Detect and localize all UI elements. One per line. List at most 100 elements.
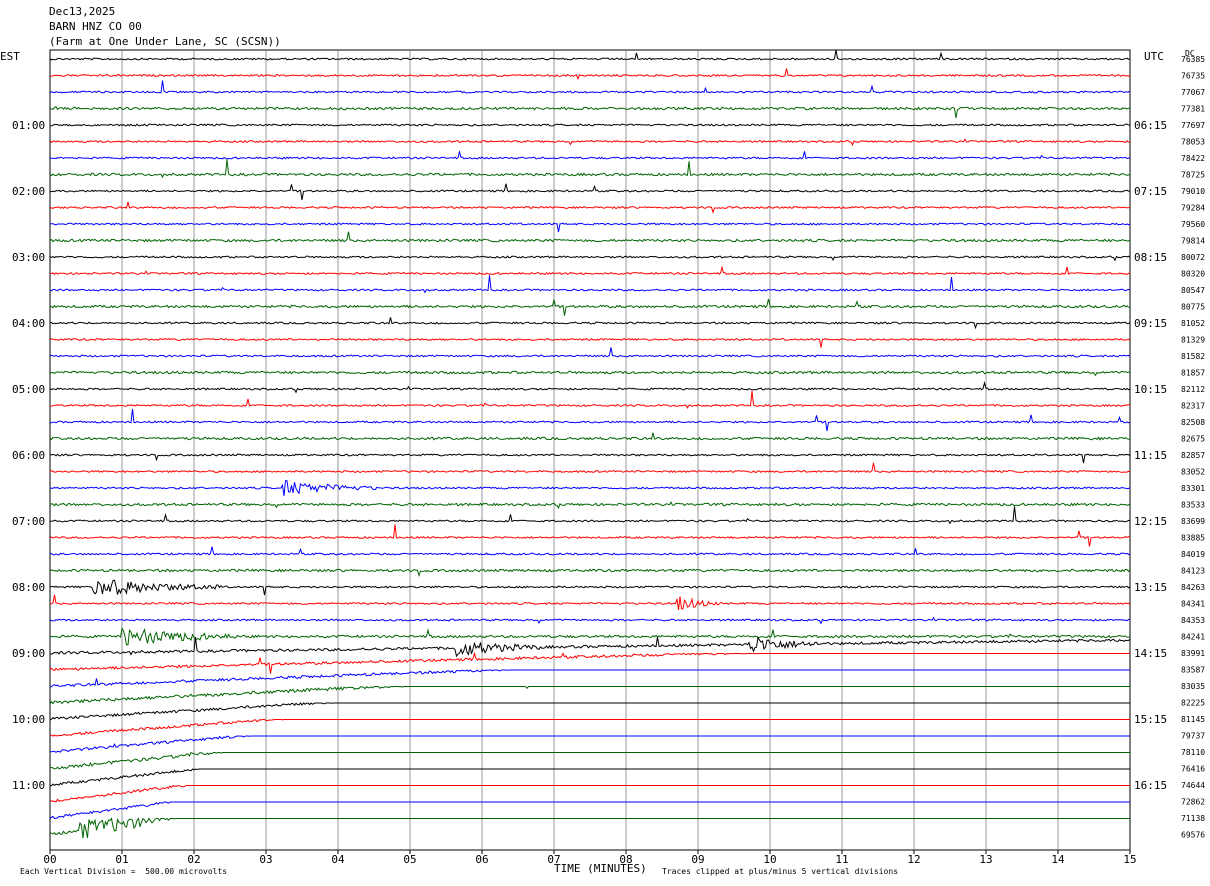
trace-row-17	[49, 337, 1131, 348]
dc-offset-label: 83885	[1181, 534, 1205, 543]
dc-offset-label: 83699	[1181, 517, 1205, 526]
dc-offset-label: 83035	[1181, 682, 1205, 691]
dc-offset-label: 84353	[1181, 616, 1205, 625]
dc-offset-label: 84263	[1181, 583, 1205, 592]
trace-row-45	[49, 784, 1130, 803]
left-time-label: 02:00	[12, 185, 45, 198]
dc-offset-label: 79560	[1181, 220, 1205, 229]
trace-row-26	[49, 480, 1131, 497]
right-time-label: 10:15	[1134, 383, 1167, 396]
trace-row-29	[49, 524, 1131, 547]
dc-offset-label: 82675	[1181, 435, 1205, 444]
trace-row-13	[49, 265, 1131, 276]
right-time-label: 15:15	[1134, 713, 1167, 726]
trace-row-11	[49, 231, 1131, 243]
helicorder-chart: 00 01 02 03 04 05 06 07 08 09 10 11 12 13 14 1576385767…	[12, 49, 1205, 866]
trace-row-32	[49, 579, 1131, 596]
dc-offset-label: 77381	[1181, 105, 1205, 114]
trace-row-16	[49, 317, 1131, 330]
trace-row-24	[49, 453, 1131, 464]
trace-row-0	[49, 49, 1131, 61]
trace-row-34	[49, 616, 1131, 625]
trace-row-40	[49, 702, 1130, 721]
trace-row-4	[49, 123, 1130, 127]
dc-offset-label: 77067	[1181, 88, 1205, 97]
dc-offset-label: 83533	[1181, 501, 1205, 510]
dc-offset-label: 82225	[1181, 699, 1205, 708]
trace-row-27	[49, 501, 1131, 510]
dc-offset-label: 80775	[1181, 303, 1205, 312]
x-tick-label: 03	[259, 853, 272, 866]
dc-offset-label: 80072	[1181, 253, 1205, 262]
clip-note: Traces clipped at plus/minus 5 vertical …	[662, 867, 899, 876]
x-tick-label: 06	[475, 853, 488, 866]
trace-row-9	[49, 201, 1131, 214]
right-time-label: 07:15	[1134, 185, 1167, 198]
trace-row-8	[49, 183, 1131, 201]
dc-offset-label: 78725	[1181, 171, 1205, 180]
dc-offset-label: 83052	[1181, 468, 1205, 477]
trace-row-15	[49, 298, 1131, 316]
trace-row-18	[49, 347, 1131, 358]
dc-offset-label: 82508	[1181, 418, 1205, 427]
dc-offset-label: 79814	[1181, 237, 1205, 246]
trace-row-14	[49, 275, 1131, 294]
trace-row-33	[49, 594, 1131, 611]
right-time-label: 09:15	[1134, 317, 1167, 330]
trace-row-25	[49, 462, 1131, 474]
dc-offset-label: 84019	[1181, 550, 1205, 559]
dc-offset-label: 76416	[1181, 765, 1205, 774]
trace-row-23	[49, 432, 1131, 441]
trace-row-21	[49, 390, 1131, 409]
dc-offset-label: 81582	[1181, 352, 1205, 361]
trace-row-43	[49, 751, 1130, 770]
dc-offset-label: 83587	[1181, 666, 1205, 675]
x-tick-label: 00	[43, 853, 56, 866]
dc-offset-label: 78422	[1181, 154, 1205, 163]
dc-offset-label: 78110	[1181, 748, 1205, 757]
x-tick-label: 13	[979, 853, 992, 866]
dc-offset-label: 69576	[1181, 831, 1205, 840]
dc-offset-label: 84341	[1181, 600, 1205, 609]
x-tick-label: 09	[691, 853, 704, 866]
dc-offset-label: 84123	[1181, 567, 1205, 576]
dc-offset-label: 80320	[1181, 270, 1205, 279]
dc-offset-label: 72862	[1181, 798, 1205, 807]
dc-offset-label: 81145	[1181, 715, 1205, 724]
trace-row-2	[49, 80, 1131, 94]
left-time-label: 04:00	[12, 317, 45, 330]
left-time-label: 08:00	[12, 581, 45, 594]
trace-row-44	[49, 768, 1130, 787]
dc-offset-label: 81052	[1181, 319, 1205, 328]
scale-note: Each Vertical Division = 500.00 microvol…	[20, 867, 228, 876]
right-time-label: 13:15	[1134, 581, 1167, 594]
x-tick-label: 01	[115, 853, 128, 866]
left-time-label: 11:00	[12, 779, 45, 792]
trace-row-41	[49, 719, 1130, 737]
dc-offset-label: 81329	[1181, 336, 1205, 345]
trace-row-30	[49, 546, 1131, 556]
trace-row-6	[49, 149, 1131, 160]
trace-row-38	[49, 669, 1130, 688]
x-tick-label: 05	[403, 853, 416, 866]
dc-offset-label: 84241	[1181, 633, 1205, 642]
trace-row-10	[49, 222, 1131, 233]
left-time-label: 05:00	[12, 383, 45, 396]
right-time-label: 08:15	[1134, 251, 1167, 264]
x-tick-label: 02	[187, 853, 200, 866]
trace-row-7	[49, 159, 1131, 179]
left-time-label: 03:00	[12, 251, 45, 264]
dc-offset-label: 79284	[1181, 204, 1205, 213]
left-time-label: 09:00	[12, 647, 45, 660]
right-time-label: 12:15	[1134, 515, 1167, 528]
trace-row-19	[49, 370, 1131, 377]
trace-row-47	[49, 817, 1130, 839]
dc-offset-label: 79737	[1181, 732, 1205, 741]
right-time-label: 06:15	[1134, 119, 1167, 132]
dc-offset-label: 83301	[1181, 484, 1205, 493]
dc-offset-label: 74644	[1181, 781, 1205, 790]
x-tick-label: 14	[1051, 853, 1065, 866]
dc-offset-label: 76385	[1181, 55, 1205, 64]
plot-frame	[49, 49, 1131, 851]
right-time-label: 16:15	[1134, 779, 1167, 792]
